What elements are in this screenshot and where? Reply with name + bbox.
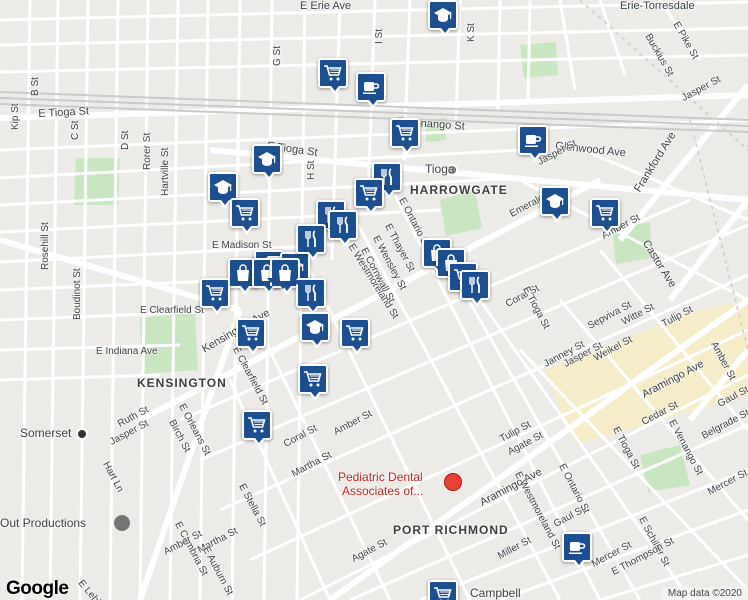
street-label: I St (374, 28, 385, 44)
street-label: C St (70, 120, 81, 140)
shopping-cart-marker[interactable] (230, 198, 260, 235)
street-label: E Clearfield St (140, 305, 204, 316)
place-label: Erie-Torresdale (620, 0, 695, 12)
school-marker[interactable] (252, 144, 282, 181)
neighborhood-label: HARROWGATE (410, 183, 508, 197)
shopping-cart-marker[interactable] (318, 58, 348, 95)
place-label: Somerset (20, 426, 72, 440)
google-logo: Google (6, 578, 69, 599)
shopping-cart-marker[interactable] (242, 410, 272, 447)
cafe-marker[interactable] (562, 532, 592, 569)
school-marker[interactable] (428, 0, 458, 37)
shopping-cart-marker[interactable] (428, 580, 458, 600)
map-canvas[interactable]: E Erie Ave E Tioga St E Tioga St E Venan… (0, 0, 748, 600)
shopping-cart-marker[interactable] (236, 318, 266, 355)
place-label: Associates of... (342, 484, 424, 498)
cafe-marker[interactable] (518, 125, 548, 162)
place-pin-icon[interactable] (114, 515, 130, 531)
street-label: D St (120, 130, 131, 150)
street-label: Hartville St (160, 147, 171, 196)
shopping-cart-marker[interactable] (340, 318, 370, 355)
map-attribution: Map data ©2020 (661, 587, 748, 600)
street-label: H St (306, 160, 317, 180)
shopping-cart-marker[interactable] (390, 118, 420, 155)
shopping-cart-marker[interactable] (298, 364, 328, 401)
street-label: E Erie Ave (300, 0, 352, 12)
neighborhood-label: KENSINGTON (137, 376, 227, 390)
street-label: Boudinot St (72, 268, 83, 320)
street-label: G St (272, 45, 283, 66)
street-label: E Indiana Ave (96, 346, 158, 357)
school-marker[interactable] (300, 312, 330, 349)
shopping-cart-marker[interactable] (590, 198, 620, 235)
neighborhood-label: PORT RICHMOND (393, 523, 509, 537)
shopping-cart-marker[interactable] (354, 178, 384, 215)
transit-station-icon[interactable] (76, 428, 88, 440)
restaurant-marker[interactable] (296, 224, 326, 261)
transit-label: Tioga (425, 162, 455, 176)
place-pin-icon[interactable] (444, 473, 462, 491)
place-label: Campbell (470, 586, 521, 600)
street-label: Rorer St (142, 132, 153, 170)
street-label: K St (466, 23, 477, 42)
school-marker[interactable] (540, 186, 570, 223)
place-label: Pediatric Dental (338, 470, 423, 484)
shopping-cart-marker[interactable] (200, 278, 230, 315)
place-label: Out Productions (0, 516, 87, 530)
street-label: B St (30, 77, 41, 96)
restaurant-marker[interactable] (328, 210, 358, 247)
cafe-marker[interactable] (356, 72, 386, 109)
street-label: Kip St (10, 103, 21, 130)
street-label: Rosehill St (40, 222, 51, 270)
restaurant-marker[interactable] (460, 270, 490, 307)
